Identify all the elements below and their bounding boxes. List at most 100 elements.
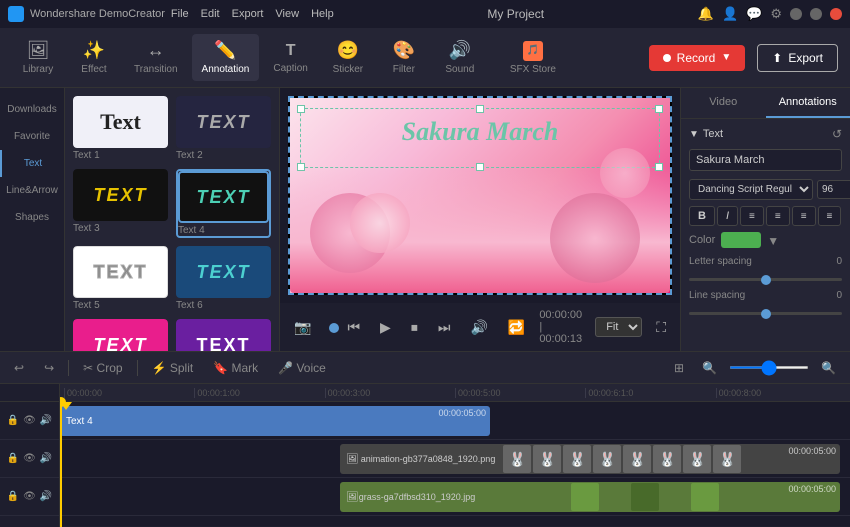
- italic-button[interactable]: I: [717, 206, 738, 226]
- timeline-clip-grass[interactable]: 🖼 grass-ga7dfbsd310_1920.jpg 00:00:05:00: [340, 482, 840, 512]
- fast-forward-button[interactable]: ⏭: [432, 317, 457, 338]
- tool-transition[interactable]: ↔ Transition: [124, 34, 188, 81]
- tool-effect[interactable]: ✨ Effect: [68, 34, 120, 81]
- sidebar-item-favorite[interactable]: Favorite: [0, 123, 64, 150]
- tab-video[interactable]: Video: [681, 88, 766, 118]
- letter-spacing-slider[interactable]: [689, 278, 842, 281]
- record-button[interactable]: Record ▼: [649, 45, 746, 71]
- align-right-button[interactable]: ≡: [792, 206, 816, 226]
- user-icon[interactable]: 👤: [722, 6, 738, 22]
- maximize-button[interactable]: [810, 8, 822, 20]
- fullscreen-button[interactable]: ⛶: [650, 317, 672, 338]
- track-2-lock-icon[interactable]: 🔒: [7, 453, 19, 464]
- volume-button[interactable]: 🔊: [464, 317, 493, 338]
- font-size-input[interactable]: [817, 180, 850, 199]
- redo-button[interactable]: ↪: [38, 358, 60, 378]
- text-item-6[interactable]: TEXT Text 6: [176, 246, 271, 311]
- track-1-lock-icon[interactable]: 🔒: [7, 415, 19, 426]
- zoom-out-button[interactable]: 🔍: [696, 358, 723, 378]
- ruler-mark-2: 00:00:3:00: [325, 388, 455, 398]
- screenshot-button[interactable]: 📷: [288, 317, 317, 338]
- text-item-7[interactable]: TEXT Text 7: [73, 319, 168, 351]
- fit-select[interactable]: Fit: [595, 317, 642, 337]
- sidebar-item-shapes[interactable]: Shapes: [0, 204, 64, 231]
- undo-button[interactable]: ↩: [8, 358, 30, 378]
- handle-tl[interactable]: [297, 105, 305, 113]
- export-button[interactable]: ⬆ Export: [757, 44, 838, 72]
- track-1-volume-icon[interactable]: 🔊: [40, 415, 52, 426]
- timeline-clip-text4[interactable]: Text 4 00:00:05:00: [60, 406, 490, 436]
- text-item-5[interactable]: TEXT Text 5: [73, 246, 168, 311]
- mark-button[interactable]: 🔖 Mark: [207, 358, 264, 378]
- color-swatch[interactable]: [721, 232, 761, 248]
- sidebar-item-downloads[interactable]: Downloads: [0, 96, 64, 123]
- color-dropdown-icon[interactable]: ▼: [767, 234, 779, 246]
- align-center-button[interactable]: ≡: [766, 206, 790, 226]
- text-item-3[interactable]: TEXT Text 3: [73, 169, 168, 238]
- menu-edit[interactable]: Edit: [201, 8, 220, 20]
- play-button[interactable]: ▶: [374, 317, 397, 338]
- tool-annotation[interactable]: ✏️ Annotation: [192, 34, 260, 81]
- text-item-8[interactable]: TEXT Text 8: [176, 319, 271, 351]
- rewind-button[interactable]: ⏮: [341, 317, 366, 338]
- text-value-input[interactable]: [689, 149, 842, 171]
- tool-sound[interactable]: 🔊 Sound: [434, 34, 486, 81]
- align-left-button[interactable]: ≡: [740, 206, 764, 226]
- tool-filter[interactable]: 🎨 Filter: [378, 34, 430, 81]
- settings-icon[interactable]: ⚙: [770, 6, 782, 22]
- track-3-eye-icon[interactable]: 👁: [23, 491, 36, 502]
- crop-icon: ✂: [83, 361, 93, 375]
- notification-icon[interactable]: 🔔: [698, 6, 714, 22]
- track-2-volume-icon[interactable]: 🔊: [40, 453, 52, 464]
- text-item-4[interactable]: TEXT Text 4: [176, 169, 271, 238]
- timeline-clip-animation[interactable]: 🖼 animation-gb377a0848_1920.png 🐰 🐰 🐰 🐰 …: [340, 444, 840, 474]
- split-button[interactable]: ⚡ Split: [146, 358, 200, 378]
- grass-1: [481, 483, 509, 511]
- minimize-button[interactable]: [790, 8, 802, 20]
- close-button[interactable]: [830, 8, 842, 20]
- text-item-1[interactable]: Text Text 1: [73, 96, 168, 161]
- thumb-3: 🐰: [563, 445, 591, 473]
- thumb-6: 🐰: [653, 445, 681, 473]
- menu-view[interactable]: View: [275, 8, 299, 20]
- sound-icon: 🔊: [449, 40, 471, 61]
- track-3-volume-icon[interactable]: 🔊: [40, 491, 52, 502]
- menu-file[interactable]: File: [171, 8, 189, 20]
- menu-export[interactable]: Export: [232, 8, 264, 20]
- text-item-2[interactable]: TEXT Text 2: [176, 96, 271, 161]
- track-label-3: 🔒 👁 🔊: [0, 478, 59, 516]
- track-3-lock-icon[interactable]: 🔒: [7, 491, 19, 502]
- track-2-eye-icon[interactable]: 👁: [23, 453, 36, 464]
- tool-caption[interactable]: T Caption: [263, 36, 317, 80]
- line-spacing-slider[interactable]: [689, 312, 842, 315]
- loop-button[interactable]: 🔁: [502, 317, 531, 338]
- tab-annotations[interactable]: Annotations: [766, 88, 850, 118]
- sidebar: Downloads Favorite Text Line&Arrow Shape…: [0, 88, 65, 351]
- handle-tr[interactable]: [655, 105, 663, 113]
- reset-icon[interactable]: ↺: [832, 127, 842, 141]
- bold-button[interactable]: B: [689, 206, 715, 226]
- text-items-grid: Text Text 1 TEXT Text 2 TEXT Text 3: [73, 96, 271, 351]
- track-1-eye-icon[interactable]: 👁: [23, 415, 36, 426]
- font-family-select[interactable]: Dancing Script Regul: [689, 179, 813, 200]
- clip-name-animation: animation-gb377a0848_1920.png: [361, 454, 496, 464]
- zoom-slider[interactable]: [729, 366, 809, 369]
- sidebar-item-line-arrow[interactable]: Line&Arrow: [0, 177, 64, 204]
- sfx-store[interactable]: 🎵 SFX Store: [502, 35, 564, 81]
- zoom-in-button[interactable]: 🔍: [815, 358, 842, 378]
- sidebar-item-text[interactable]: Text: [0, 150, 64, 177]
- progress-thumb[interactable]: [329, 323, 339, 333]
- tool-library[interactable]: 🖼 Library: [12, 34, 64, 81]
- voice-button[interactable]: 🎤 Voice: [272, 358, 332, 378]
- text-section-label: Text: [703, 128, 723, 140]
- text-thumb-8: TEXT: [176, 319, 271, 351]
- handle-tc[interactable]: [476, 105, 484, 113]
- timeline-layout-button[interactable]: ⊞: [668, 358, 690, 378]
- thumb-1: 🐰: [503, 445, 531, 473]
- justify-button[interactable]: ≡: [818, 206, 842, 226]
- menu-help[interactable]: Help: [311, 8, 334, 20]
- tool-sticker[interactable]: 😊 Sticker: [322, 34, 374, 81]
- stop-button[interactable]: ⏹: [405, 317, 424, 338]
- chat-icon[interactable]: 💬: [746, 6, 762, 22]
- crop-button[interactable]: ✂ Crop: [77, 358, 128, 378]
